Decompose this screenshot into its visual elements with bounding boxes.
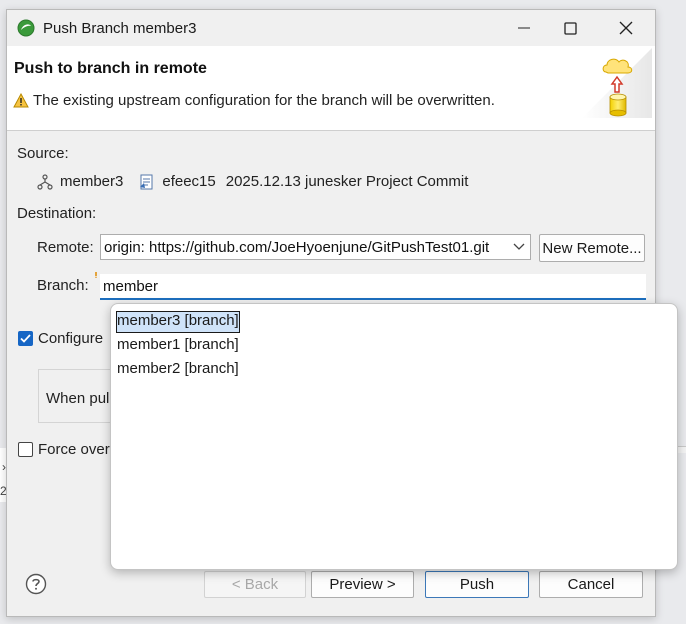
header-banner: Push to branch in remote The existing up… <box>7 46 655 131</box>
branch-label: Branch: <box>37 277 89 294</box>
chevron-down-icon <box>513 243 525 250</box>
force-overwrite-label: Force over <box>38 441 110 458</box>
help-icon[interactable] <box>25 573 47 595</box>
suggestion-item-member3[interactable]: member3 [branch] <box>116 311 240 333</box>
branch-suggestions-popup: member3 [branch] member1 [branch] member… <box>110 303 678 570</box>
close-icon <box>619 21 633 35</box>
suggestion-item-member1[interactable]: member1 [branch] <box>116 335 240 357</box>
commit-description: 2025.12.13 junesker Project Commit <box>225 173 469 190</box>
minimize-icon <box>518 27 530 29</box>
page-title: Push to branch in remote <box>14 60 207 77</box>
remote-label: Remote: <box>37 239 94 256</box>
warning-icon <box>13 92 29 107</box>
commit-id: efeec15 <box>162 173 216 190</box>
title-bar[interactable]: Push Branch member3 <box>7 10 655 46</box>
suggestion-item-member2[interactable]: member2 [branch] <box>116 359 240 381</box>
remote-select-value: origin: https://github.com/JoeHyoenjune/… <box>104 239 490 256</box>
destination-label: Destination: <box>17 205 97 222</box>
warning-message: The existing upstream configuration for … <box>13 92 495 109</box>
maximize-button[interactable] <box>547 10 593 46</box>
force-overwrite-checkbox[interactable] <box>18 442 33 457</box>
eclipse-app-icon <box>17 19 35 37</box>
new-remote-button[interactable]: New Remote... <box>539 234 645 262</box>
cancel-button[interactable]: Cancel <box>539 571 643 598</box>
source-details: member3 efeec15 2025.12.13 junesker Proj… <box>37 173 468 190</box>
source-branch-name: member3 <box>60 173 124 190</box>
warning-text: The existing upstream configuration for … <box>33 92 495 109</box>
checkmark-icon <box>20 334 31 343</box>
configure-upstream-label: Configure <box>38 330 104 347</box>
remote-select[interactable]: origin: https://github.com/JoeHyoenjune/… <box>100 234 531 260</box>
branch-input-value: member <box>103 278 159 295</box>
when-pulling-label: When pul <box>46 390 110 407</box>
content-assist-indicator-icon <box>95 272 97 278</box>
push-button[interactable]: Push <box>425 571 529 598</box>
minimize-button[interactable] <box>501 10 547 46</box>
preview-button[interactable]: Preview > <box>311 571 414 598</box>
maximize-icon <box>563 21 577 35</box>
window-title: Push Branch member3 <box>43 20 197 37</box>
close-button[interactable] <box>603 10 649 46</box>
commit-icon <box>140 174 153 189</box>
branch-icon <box>37 173 53 190</box>
source-label: Source: <box>17 145 69 162</box>
back-button[interactable]: < Back <box>204 571 306 598</box>
push-to-cloud-icon <box>582 48 652 118</box>
configure-upstream-checkbox[interactable] <box>18 331 33 346</box>
branch-input[interactable]: member <box>100 274 646 300</box>
